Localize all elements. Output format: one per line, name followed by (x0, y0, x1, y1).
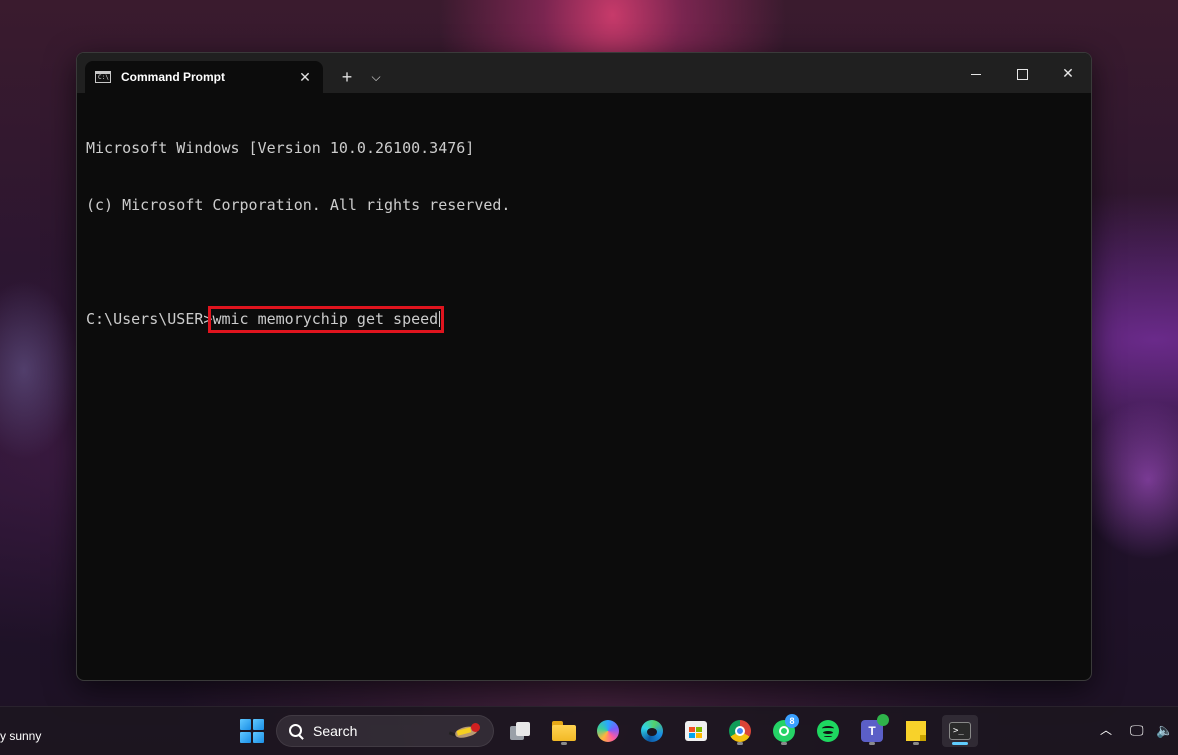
minimize-button[interactable] (953, 53, 999, 93)
tab-dropdown-button[interactable]: ⌵ (365, 65, 387, 89)
edge-button[interactable] (636, 715, 668, 747)
spotify-button[interactable] (812, 715, 844, 747)
wallpaper-glow-left (0, 280, 80, 460)
sticky-notes-icon (906, 721, 926, 741)
wallpaper-glow-right (1078, 400, 1178, 560)
copilot-button[interactable] (592, 715, 624, 747)
store-button[interactable] (680, 715, 712, 747)
network-icon[interactable]: 🖵 (1130, 722, 1144, 739)
teams-button[interactable]: T (856, 714, 889, 747)
cmd-icon: C:\ (95, 71, 111, 83)
notification-badge: 8 (785, 714, 799, 728)
show-hidden-icons-button[interactable]: ︿ (1100, 721, 1112, 738)
text-cursor (439, 311, 441, 327)
new-tab-button[interactable]: + (335, 65, 359, 89)
search-placeholder: Search (313, 723, 358, 739)
store-icon (685, 721, 707, 741)
file-explorer-button[interactable] (548, 715, 580, 747)
search-icon (289, 724, 303, 738)
command-prompt-window: C:\ Command Prompt ✕ + ⌵ ✕ Microsoft Win… (76, 52, 1092, 681)
prompt-line[interactable]: C:\Users\USER>wmic memorychip get speed (86, 306, 1082, 333)
search-highlight-bird-icon (447, 719, 487, 743)
edge-icon (641, 720, 663, 742)
task-view-icon (510, 722, 530, 740)
windows-logo-icon (240, 719, 264, 743)
spotify-icon (817, 720, 839, 742)
close-window-button[interactable]: ✕ (1045, 53, 1091, 93)
tab-close-button[interactable]: ✕ (293, 69, 317, 86)
prompt-path: C:\Users\USER> (86, 310, 213, 328)
console-line-version: Microsoft Windows [Version 10.0.26100.34… (86, 139, 475, 157)
taskbar-search[interactable]: Search (276, 715, 494, 747)
volume-icon[interactable]: 🔈 (1156, 722, 1173, 739)
title-bar[interactable]: C:\ Command Prompt ✕ + ⌵ ✕ (77, 53, 1091, 93)
chrome-icon (729, 720, 751, 742)
minimize-icon (971, 73, 981, 75)
tab-command-prompt[interactable]: C:\ Command Prompt ✕ (85, 61, 323, 93)
terminal-button[interactable]: >_ (942, 715, 978, 747)
sticky-notes-button[interactable] (900, 715, 932, 747)
teams-icon: T (861, 714, 889, 742)
copilot-icon (597, 720, 619, 742)
start-button[interactable] (236, 715, 268, 747)
status-badge (877, 714, 889, 726)
whatsapp-icon: 8 (773, 714, 799, 742)
command-text: wmic memorychip get speed (212, 310, 439, 328)
whatsapp-button[interactable]: 8 (768, 714, 800, 747)
maximize-icon (1016, 68, 1028, 80)
folder-icon (552, 721, 576, 741)
taskbar: y sunny Search 8 T >_ ︿ 🖵 🔈 (0, 706, 1178, 755)
terminal-icon: >_ (949, 722, 971, 740)
chrome-button[interactable] (724, 715, 756, 747)
weather-widget[interactable]: y sunny (0, 729, 41, 743)
maximize-button[interactable] (999, 53, 1045, 93)
console-output[interactable]: Microsoft Windows [Version 10.0.26100.34… (77, 93, 1091, 375)
console-line-copyright: (c) Microsoft Corporation. All rights re… (86, 196, 511, 214)
task-view-button[interactable] (504, 715, 536, 747)
highlighted-command[interactable]: wmic memorychip get speed (208, 306, 445, 333)
tab-title: Command Prompt (121, 70, 226, 84)
